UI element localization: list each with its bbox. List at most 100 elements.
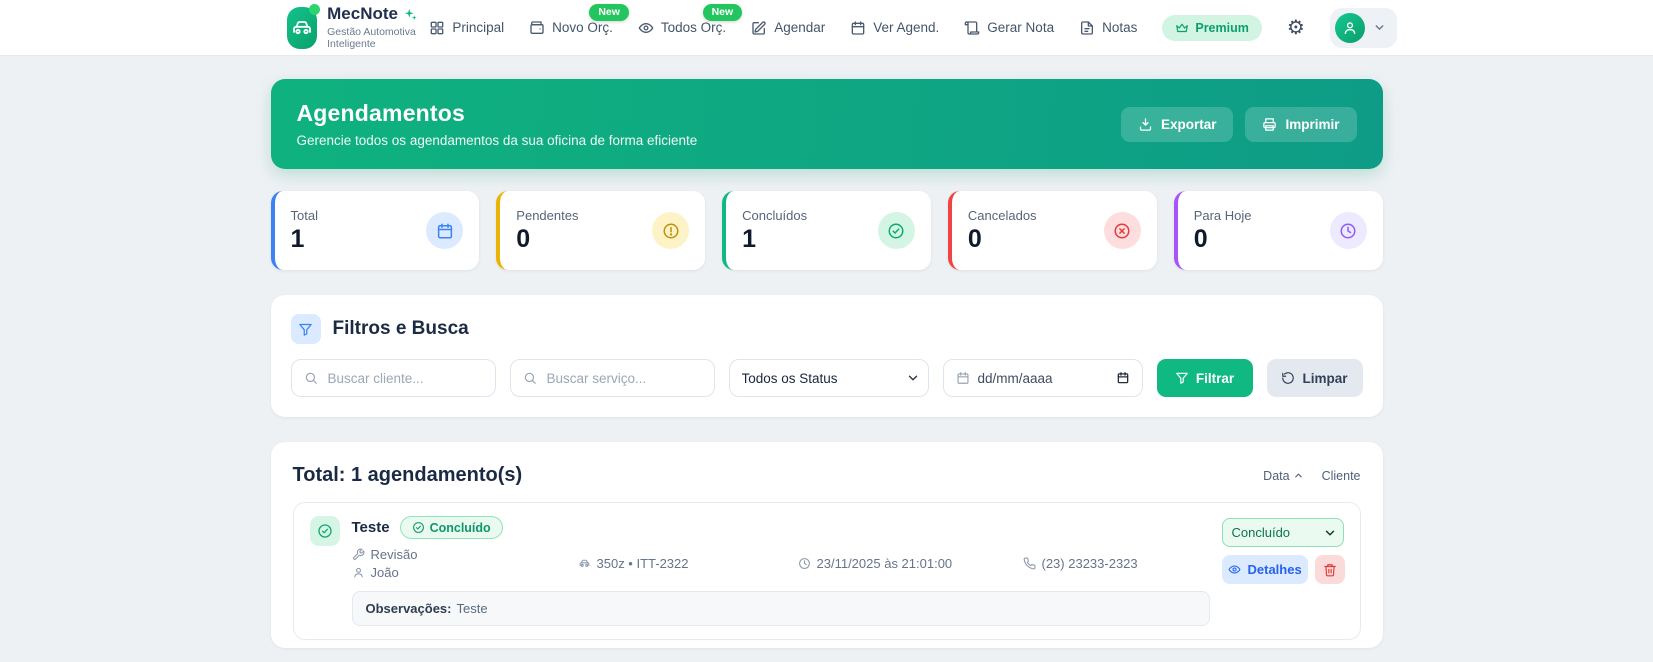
sparkle-icon [403, 7, 418, 22]
stat-value: 1 [742, 225, 807, 254]
stat-label: Pendentes [516, 208, 578, 223]
stat-card-para-hoje: Para Hoje 0 [1174, 191, 1383, 270]
appointment-row: Teste Concluído [293, 502, 1361, 640]
export-label: Exportar [1161, 117, 1217, 132]
nav-item-gerar-nota[interactable]: Gerar Nota [964, 20, 1054, 36]
service-search-field[interactable] [510, 359, 715, 397]
stat-card-cancelados: Cancelados 0 [948, 191, 1157, 270]
delete-button[interactable] [1315, 555, 1345, 584]
sort-by-date[interactable]: Data [1263, 469, 1303, 483]
scroll-icon [964, 20, 980, 36]
alert-circle-icon [662, 222, 680, 240]
nav-label: Agendar [774, 20, 825, 35]
new-badge: New [703, 4, 743, 21]
filter-button[interactable]: Filtrar [1157, 359, 1253, 397]
logo [287, 7, 318, 49]
stat-label: Concluídos [742, 208, 807, 223]
details-button[interactable]: Detalhes [1222, 555, 1308, 584]
clock-icon [1339, 222, 1357, 240]
sort-by-client[interactable]: Cliente [1322, 469, 1361, 483]
clear-button[interactable]: Limpar [1267, 359, 1363, 397]
sort-client-label: Cliente [1322, 469, 1361, 483]
settings-button[interactable]: ⚙ [1287, 18, 1305, 38]
print-label: Imprimir [1285, 117, 1339, 132]
wrench-icon [352, 548, 365, 561]
search-icon [523, 371, 537, 385]
status-select[interactable]: Todos os Status [729, 359, 929, 397]
premium-badge[interactable]: Premium [1162, 15, 1262, 41]
observations-label: Observações: [366, 601, 452, 616]
premium-label: Premium [1195, 21, 1249, 35]
nav-item-notas[interactable]: Notas [1079, 20, 1137, 36]
date-picker-icon[interactable] [1116, 371, 1130, 385]
service-search-input[interactable] [545, 370, 702, 387]
client-search-input[interactable] [326, 370, 483, 387]
user-menu-button[interactable] [1330, 8, 1397, 48]
nav-item-todos-orc[interactable]: Todos Orç. New [638, 20, 726, 36]
brand-tagline: Gestão Automotiva Inteligente [327, 26, 429, 50]
export-button[interactable]: Exportar [1121, 107, 1234, 142]
brand[interactable]: MecNote Gestão Automotiva Inteligente [287, 5, 430, 50]
client-name: Teste [352, 519, 390, 536]
nav-item-principal[interactable]: Principal [429, 20, 504, 36]
list-total: Total: 1 agendamento(s) [293, 464, 523, 487]
status-check-icon [310, 516, 340, 546]
stat-value: 0 [1194, 225, 1252, 254]
edit-icon [751, 20, 767, 36]
gear-icon: ⚙ [1287, 17, 1305, 39]
stat-label: Para Hoje [1194, 208, 1252, 223]
wallet-icon [529, 20, 545, 36]
calendar-icon [436, 222, 454, 240]
row-status-select[interactable]: Concluído [1222, 518, 1344, 547]
trash-icon [1323, 563, 1337, 577]
crown-icon [1175, 21, 1189, 35]
observations-box: Observações: Teste [352, 591, 1210, 626]
stat-card-pendentes: Pendentes 0 [496, 191, 705, 270]
nav-label: Gerar Nota [987, 20, 1054, 35]
nav-label: Ver Agend. [873, 20, 939, 35]
eye-icon [638, 20, 654, 36]
appointment-controls: Concluído Detalhes [1222, 518, 1344, 626]
x-circle-icon [1113, 222, 1131, 240]
nav-item-agendar[interactable]: Agendar [751, 20, 825, 36]
nav-item-ver-agend[interactable]: Ver Agend. [850, 20, 939, 36]
print-button[interactable]: Imprimir [1245, 107, 1356, 142]
printer-icon [1262, 117, 1277, 132]
nav-item-novo-orc[interactable]: Novo Orç. New [529, 20, 613, 36]
car-icon [290, 16, 314, 40]
stat-label: Total [291, 208, 318, 223]
nav-label: Todos Orç. [661, 20, 726, 35]
observations-text: Teste [457, 601, 488, 616]
filters-card: Filtros e Busca Todos os S [271, 295, 1383, 417]
appointments-card: Total: 1 agendamento(s) Data Cliente [271, 442, 1383, 648]
sort-date-label: Data [1263, 469, 1289, 483]
status-badge-label: Concluído [430, 521, 491, 535]
avatar [1335, 13, 1365, 43]
client-search-field[interactable] [291, 359, 496, 397]
phone-icon [1023, 557, 1036, 570]
page-header-banner: Agendamentos Gerencie todos os agendamen… [271, 79, 1383, 169]
stat-card-concluidos: Concluídos 1 [722, 191, 931, 270]
row-status-select-wrap: Concluído [1222, 518, 1344, 547]
download-icon [1138, 117, 1153, 132]
chevron-down-icon [1373, 21, 1386, 34]
brand-name: MecNote [327, 5, 398, 24]
responsible-name: João [371, 565, 399, 580]
stat-value: 0 [516, 225, 578, 254]
clock-icon [798, 557, 811, 570]
date-placeholder: dd/mm/aaaa [978, 371, 1108, 386]
main-content: Agendamentos Gerencie todos os agendamen… [271, 79, 1383, 648]
car-icon [578, 557, 591, 570]
date-field[interactable]: dd/mm/aaaa [943, 359, 1143, 397]
nav-items: Principal Novo Orç. New Todos Orç. New [429, 8, 1396, 48]
nav-label: Notas [1102, 20, 1137, 35]
user-icon [1342, 20, 1358, 36]
calendar-icon [850, 20, 866, 36]
stat-label: Cancelados [968, 208, 1037, 223]
nav-label: Principal [452, 20, 504, 35]
page-subtitle: Gerencie todos os agendamentos da sua of… [297, 133, 698, 148]
appointment-datetime: 23/11/2025 às 21:01:00 [817, 556, 953, 571]
stat-value: 1 [291, 225, 318, 254]
reset-icon [1281, 371, 1295, 385]
calendar-icon [956, 371, 970, 385]
